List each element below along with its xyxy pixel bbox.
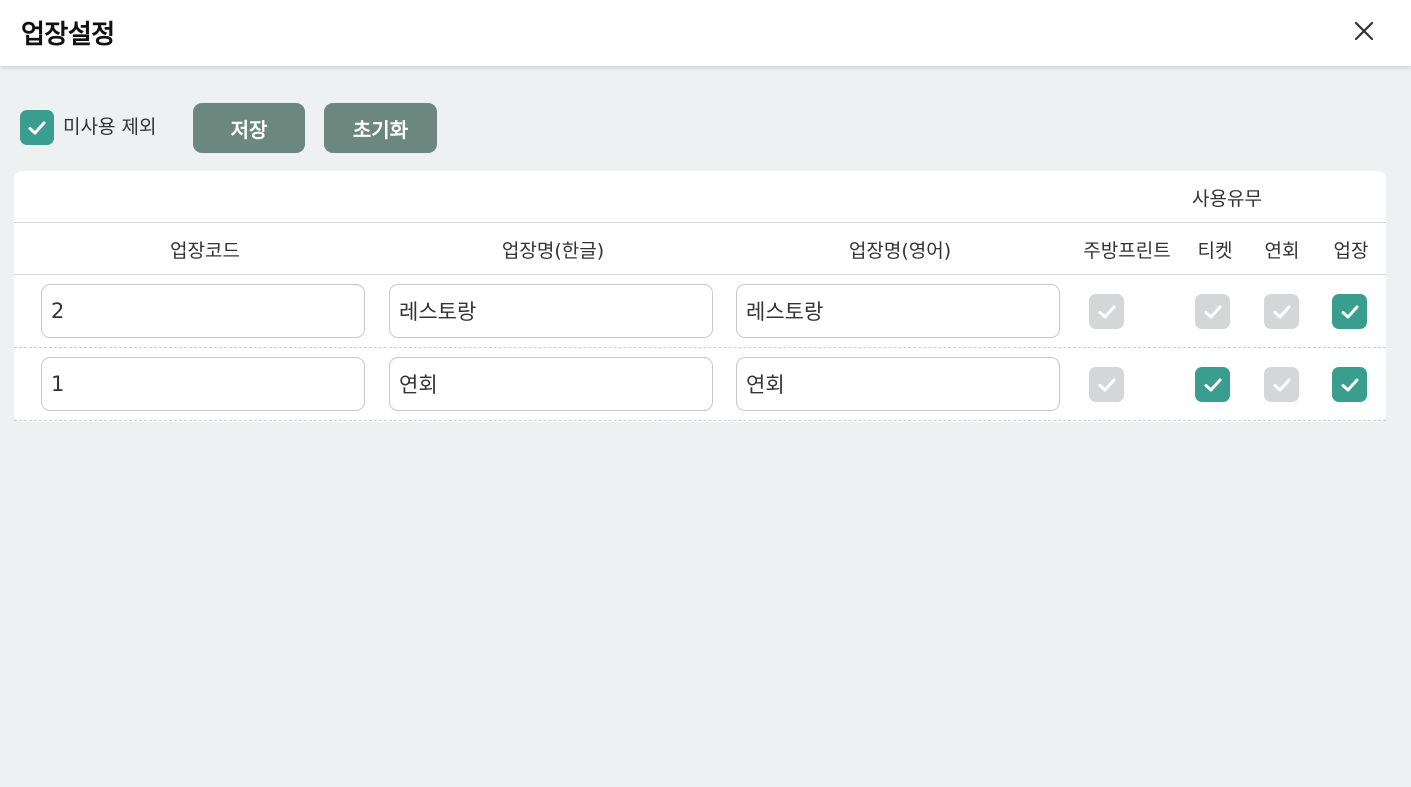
check-icon [1341, 378, 1358, 391]
table-column-header: 업장코드 업장명(한글) 업장명(영어) 주방프린트 티켓 연회 업장 [14, 223, 1386, 275]
check-icon [1204, 305, 1221, 318]
kitchen-print-checkbox[interactable] [1089, 367, 1124, 402]
column-header-name-kr: 업장명(한글) [501, 240, 605, 262]
table-group-header: 사용유무 [14, 171, 1386, 223]
column-header-venue: 업장 [1333, 240, 1369, 262]
ticket-checkbox[interactable] [1195, 294, 1230, 329]
kitchen-print-checkbox[interactable] [1089, 294, 1124, 329]
column-header-code: 업장코드 [170, 240, 240, 262]
venue-checkbox[interactable] [1332, 367, 1367, 402]
venue-name-kr-input[interactable]: 레스토랑 [389, 284, 713, 338]
table-row: 1 연회 연회 [14, 348, 1386, 421]
check-icon [28, 121, 46, 134]
dialog-header: 업장설정 [0, 0, 1411, 66]
exclude-unused-toggle[interactable]: 미사용 제외 [20, 110, 156, 145]
table-row: 2 레스토랑 레스토랑 [14, 275, 1386, 348]
check-icon [1273, 305, 1290, 318]
ticket-checkbox[interactable] [1195, 367, 1230, 402]
column-header-name-en: 업장명(영어) [848, 240, 952, 262]
check-icon [1273, 378, 1290, 391]
check-icon [1204, 378, 1221, 391]
check-icon [1098, 378, 1115, 391]
venue-code-input[interactable]: 1 [41, 357, 365, 411]
usage-group-label: 사용유무 [1192, 188, 1262, 210]
banquet-checkbox[interactable] [1264, 294, 1299, 329]
column-header-banquet: 연회 [1264, 240, 1300, 262]
save-button[interactable]: 저장 [193, 103, 305, 153]
page-title: 업장설정 [21, 20, 115, 50]
close-icon[interactable] [1351, 18, 1377, 44]
venue-name-kr-input[interactable]: 연회 [389, 357, 713, 411]
venue-name-en-input[interactable]: 레스토랑 [736, 284, 1060, 338]
reset-button[interactable]: 초기화 [324, 103, 437, 153]
column-header-ticket: 티켓 [1197, 240, 1233, 262]
column-header-kitchen-print: 주방프린트 [1083, 240, 1171, 262]
venue-table: 사용유무 업장코드 업장명(한글) 업장명(영어) 주방프린트 티켓 연회 업장… [14, 171, 1386, 422]
venue-code-input[interactable]: 2 [41, 284, 365, 338]
banquet-checkbox[interactable] [1264, 367, 1299, 402]
exclude-unused-checkbox[interactable] [20, 110, 54, 145]
exclude-unused-label: 미사용 제외 [63, 116, 157, 138]
check-icon [1341, 305, 1358, 318]
venue-checkbox[interactable] [1332, 294, 1367, 329]
venue-name-en-input[interactable]: 연회 [736, 357, 1060, 411]
check-icon [1098, 305, 1115, 318]
